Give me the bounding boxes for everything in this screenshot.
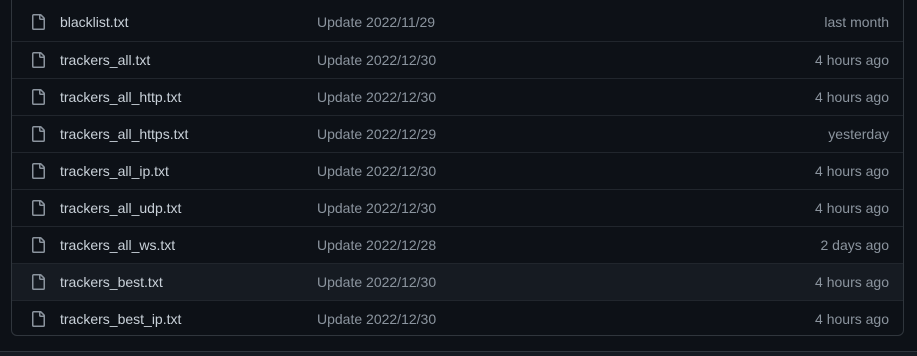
file-row[interactable]: trackers_best_ip.txt Update 2022/12/30 4… <box>12 300 903 335</box>
file-icon <box>32 126 45 142</box>
file-name-link[interactable]: trackers_all_udp.txt <box>60 200 181 216</box>
commit-message-link[interactable]: Update 2022/12/29 <box>317 126 436 142</box>
file-icon <box>32 52 45 68</box>
commit-age: 4 hours ago <box>815 52 889 68</box>
commit-message-link[interactable]: Update 2022/12/30 <box>317 274 436 290</box>
file-row[interactable]: trackers_all_udp.txt Update 2022/12/30 4… <box>12 189 903 226</box>
file-row[interactable]: trackers_all_ws.txt Update 2022/12/28 2 … <box>12 226 903 263</box>
commit-message-link[interactable]: Update 2022/11/29 <box>317 14 435 30</box>
commit-message-link[interactable]: Update 2022/12/30 <box>317 163 436 179</box>
file-name-link[interactable]: trackers_best.txt <box>60 274 163 290</box>
file-name-link[interactable]: blacklist.txt <box>60 14 128 30</box>
commit-age: 4 hours ago <box>815 311 889 327</box>
file-row[interactable]: trackers_all_http.txt Update 2022/12/30 … <box>12 78 903 115</box>
commit-age: 4 hours ago <box>815 200 889 216</box>
file-name-link[interactable]: trackers_all_ip.txt <box>60 163 169 179</box>
file-row[interactable]: trackers_all.txt Update 2022/12/30 4 hou… <box>12 41 903 78</box>
file-name-link[interactable]: trackers_all.txt <box>60 52 150 68</box>
file-rows: blacklist.txt Update 2022/11/29 last mon… <box>12 4 903 335</box>
commit-message-link[interactable]: Update 2022/12/30 <box>317 311 436 327</box>
file-icon <box>32 274 45 290</box>
file-row[interactable]: blacklist.txt Update 2022/11/29 last mon… <box>12 4 903 41</box>
file-icon <box>32 14 45 30</box>
file-icon <box>32 89 45 105</box>
file-name-link[interactable]: trackers_all_http.txt <box>60 89 181 105</box>
file-icon <box>32 237 45 253</box>
commit-age: last month <box>824 14 889 30</box>
section-divider <box>0 351 917 356</box>
commit-message-link[interactable]: Update 2022/12/30 <box>317 52 436 68</box>
file-icon <box>32 200 45 216</box>
file-list: blacklist.txt Update 2022/11/29 last mon… <box>11 0 904 336</box>
commit-message-link[interactable]: Update 2022/12/30 <box>317 200 436 216</box>
file-icon <box>32 311 45 327</box>
commit-age: yesterday <box>828 126 889 142</box>
file-name-link[interactable]: trackers_all_ws.txt <box>60 237 175 253</box>
file-name-link[interactable]: trackers_best_ip.txt <box>60 311 181 327</box>
file-icon <box>32 163 45 179</box>
commit-age: 4 hours ago <box>815 274 889 290</box>
commit-message-link[interactable]: Update 2022/12/28 <box>317 237 436 253</box>
commit-age: 4 hours ago <box>815 163 889 179</box>
commit-age: 4 hours ago <box>815 89 889 105</box>
commit-age: 2 days ago <box>820 237 890 253</box>
file-name-link[interactable]: trackers_all_https.txt <box>60 126 188 142</box>
file-row[interactable]: trackers_all_https.txt Update 2022/12/29… <box>12 115 903 152</box>
file-row[interactable]: trackers_best.txt Update 2022/12/30 4 ho… <box>12 263 903 300</box>
file-row[interactable]: trackers_all_ip.txt Update 2022/12/30 4 … <box>12 152 903 189</box>
commit-message-link[interactable]: Update 2022/12/30 <box>317 89 436 105</box>
